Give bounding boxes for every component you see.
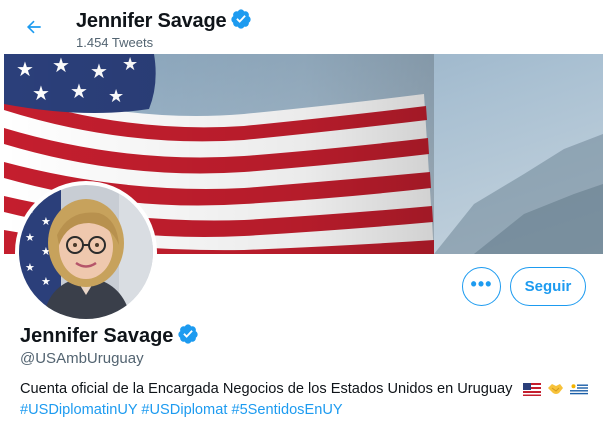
hashtag-link[interactable]: #5SentidosEnUY	[231, 402, 342, 418]
profile-name: Jennifer Savage	[20, 325, 174, 347]
more-dots-icon: •••	[470, 273, 493, 294]
header-name-row: Jennifer Savage	[76, 8, 252, 35]
svg-text:★: ★	[41, 215, 51, 228]
avatar[interactable]: ★ ★ ★ ★ ★ ★ ★	[15, 181, 157, 323]
avatar-image: ★ ★ ★ ★ ★ ★ ★	[19, 185, 153, 319]
tweet-count: 1.454 Tweets	[76, 35, 154, 50]
verified-badge-icon	[230, 8, 252, 35]
bio-hashtags: #USDiplomatinUY #USDiplomat #5SentidosEn…	[20, 402, 343, 418]
profile-handle: @USAmbUruguay	[20, 350, 144, 367]
header-name: Jennifer Savage	[76, 10, 227, 32]
svg-text:★: ★	[25, 261, 35, 274]
more-options-button[interactable]: •••	[462, 267, 501, 306]
hashtag-link[interactable]: #USDiplomat	[141, 402, 227, 418]
arrow-left-icon	[26, 20, 41, 34]
handshake-icon	[547, 384, 563, 395]
uruguay-flag-icon	[569, 382, 588, 396]
follow-button[interactable]: Seguir	[510, 267, 586, 306]
svg-text:★: ★	[25, 231, 35, 244]
us-flag-icon	[522, 382, 541, 396]
bio-emojis	[522, 382, 588, 396]
svg-text:★: ★	[41, 275, 51, 288]
svg-text:★: ★	[25, 291, 35, 304]
back-button[interactable]	[16, 9, 52, 45]
profile-name-row: Jennifer Savage	[20, 323, 199, 350]
hashtag-link[interactable]: #USDiplomatinUY	[20, 402, 137, 418]
profile-bio: Cuenta oficial de la Encargada Negocios …	[20, 381, 600, 397]
profile-header: Jennifer Savage 1.454 Tweets	[0, 0, 603, 54]
bio-text: Cuenta oficial de la Encargada Negocios …	[20, 381, 513, 397]
verified-badge-icon	[177, 323, 199, 350]
